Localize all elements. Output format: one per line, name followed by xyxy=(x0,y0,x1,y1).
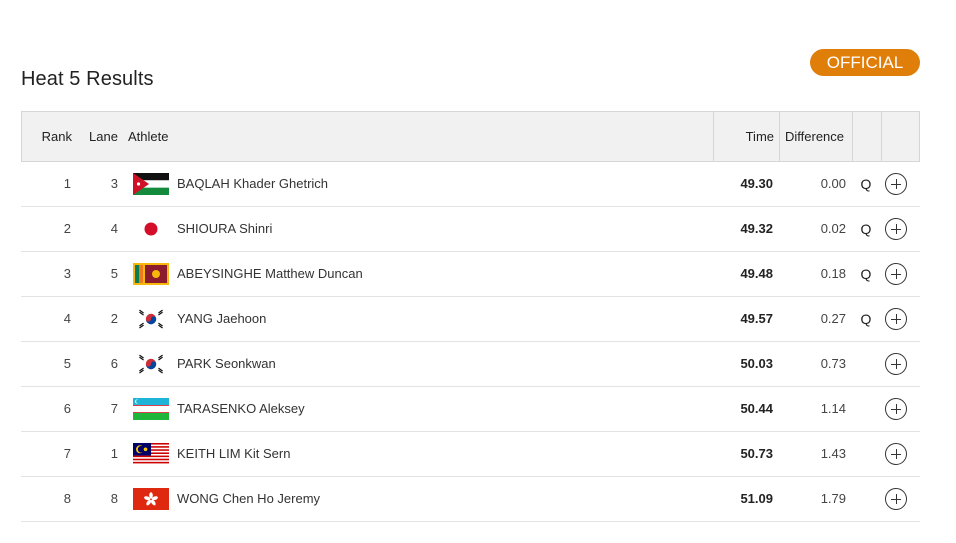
lane-cell: 3 xyxy=(110,176,118,191)
korea-flag xyxy=(133,353,169,375)
lane-cell: 4 xyxy=(110,221,118,236)
time-cell: 49.32 xyxy=(740,221,773,236)
hong-kong-flag xyxy=(133,488,169,510)
table-row: 6 7 TARASENKO Aleksey 50.44 1.14 xyxy=(21,387,920,432)
time-cell: 50.73 xyxy=(740,446,773,461)
time-cell: 51.09 xyxy=(740,491,773,506)
header-lane[interactable]: Lane xyxy=(89,112,119,161)
expand-button[interactable] xyxy=(885,308,907,330)
expand-button[interactable] xyxy=(885,488,907,510)
table-row: 5 6 PARK Seonkwan 50.03 0.73 xyxy=(21,342,920,387)
rank-cell: 8 xyxy=(63,491,71,506)
difference-cell: 1.43 xyxy=(820,446,846,461)
time-cell: 49.48 xyxy=(740,266,773,281)
expand-button[interactable] xyxy=(885,353,907,375)
plus-circle-icon[interactable] xyxy=(885,353,907,375)
table-header: Rank Lane Athlete Time Difference xyxy=(21,111,920,162)
time-cell: 50.03 xyxy=(740,356,773,371)
status-badge: OFFICIAL xyxy=(810,49,920,76)
rank-cell: 1 xyxy=(63,176,71,191)
athlete-name[interactable]: WONG Chen Ho Jeremy xyxy=(177,477,320,521)
lane-cell: 7 xyxy=(110,401,118,416)
table-row: 2 4 SHIOURA Shinri 49.32 0.02 Q xyxy=(21,207,920,252)
qualified-mark xyxy=(859,342,873,386)
time-cell: 49.30 xyxy=(740,176,773,191)
table-row: 8 8 WONG Chen Ho Jeremy 51.09 1.79 xyxy=(21,477,920,522)
qualified-mark: Q xyxy=(860,221,872,237)
athlete-name[interactable]: ABEYSINGHE Matthew Duncan xyxy=(177,252,363,296)
expand-button[interactable] xyxy=(885,173,907,195)
rank-cell: 3 xyxy=(63,266,71,281)
results-table: Rank Lane Athlete Time Difference 1 3 BAQ… xyxy=(21,111,920,522)
rank-cell: 5 xyxy=(63,356,71,371)
rank-cell: 4 xyxy=(63,311,71,326)
rank-cell: 2 xyxy=(63,221,71,236)
header-athlete[interactable]: Athlete xyxy=(128,112,168,161)
athlete-name[interactable]: SHIOURA Shinri xyxy=(177,207,272,251)
jordan-flag xyxy=(133,173,169,195)
difference-cell: 0.02 xyxy=(820,221,846,236)
table-row: 7 1 KEITH LIM Kit Sern 50.73 1.43 xyxy=(21,432,920,477)
column-divider xyxy=(779,112,780,161)
athlete-name[interactable]: TARASENKO Aleksey xyxy=(177,387,305,431)
expand-button[interactable] xyxy=(885,263,907,285)
athlete-name[interactable]: KEITH LIM Kit Sern xyxy=(177,432,290,476)
lane-cell: 6 xyxy=(110,356,118,371)
expand-button[interactable] xyxy=(885,398,907,420)
column-divider xyxy=(881,112,882,161)
qualified-mark xyxy=(859,477,873,521)
qualified-mark xyxy=(859,387,873,431)
athlete-name[interactable]: PARK Seonkwan xyxy=(177,342,276,386)
difference-cell: 1.14 xyxy=(820,401,846,416)
rank-cell: 6 xyxy=(63,401,71,416)
plus-circle-icon[interactable] xyxy=(885,173,907,195)
header-difference[interactable]: Difference xyxy=(785,112,844,161)
difference-cell: 0.73 xyxy=(820,356,846,371)
malaysia-flag xyxy=(133,443,169,465)
difference-cell: 1.79 xyxy=(820,491,846,506)
plus-circle-icon[interactable] xyxy=(885,488,907,510)
difference-cell: 0.18 xyxy=(820,266,846,281)
qualified-mark: Q xyxy=(860,266,872,282)
athlete-name[interactable]: BAQLAH Khader Ghetrich xyxy=(177,162,328,206)
header-time[interactable]: Time xyxy=(744,112,774,161)
time-cell: 50.44 xyxy=(740,401,773,416)
lane-cell: 8 xyxy=(110,491,118,506)
expand-button[interactable] xyxy=(885,218,907,240)
page-title: Heat 5 Results xyxy=(21,68,154,90)
lane-cell: 1 xyxy=(110,446,118,461)
table-row: 1 3 BAQLAH Khader Ghetrich 49.30 0.00 Q xyxy=(21,162,920,207)
plus-circle-icon[interactable] xyxy=(885,443,907,465)
table-row: 4 2 YANG Jaehoon 49.57 0.27 Q xyxy=(21,297,920,342)
korea-flag xyxy=(133,308,169,330)
time-cell: 49.57 xyxy=(740,311,773,326)
rank-cell: 7 xyxy=(63,446,71,461)
difference-cell: 0.00 xyxy=(820,176,846,191)
plus-circle-icon[interactable] xyxy=(885,308,907,330)
table-row: 3 5 ABEYSINGHE Matthew Duncan 49.48 0.18 Q xyxy=(21,252,920,297)
expand-button[interactable] xyxy=(885,443,907,465)
lane-cell: 2 xyxy=(110,311,118,326)
column-divider xyxy=(713,112,714,161)
sri-lanka-flag xyxy=(133,263,169,285)
qualified-mark: Q xyxy=(860,176,872,192)
japan-flag xyxy=(133,218,169,240)
difference-cell: 0.27 xyxy=(820,311,846,326)
uzbekistan-flag xyxy=(133,398,169,420)
header-rank[interactable]: Rank xyxy=(22,112,72,161)
athlete-name[interactable]: YANG Jaehoon xyxy=(177,297,266,341)
qualified-mark: Q xyxy=(860,311,872,327)
plus-circle-icon[interactable] xyxy=(885,398,907,420)
qualified-mark xyxy=(859,432,873,476)
plus-circle-icon[interactable] xyxy=(885,218,907,240)
lane-cell: 5 xyxy=(110,266,118,281)
column-divider xyxy=(852,112,853,161)
plus-circle-icon[interactable] xyxy=(885,263,907,285)
